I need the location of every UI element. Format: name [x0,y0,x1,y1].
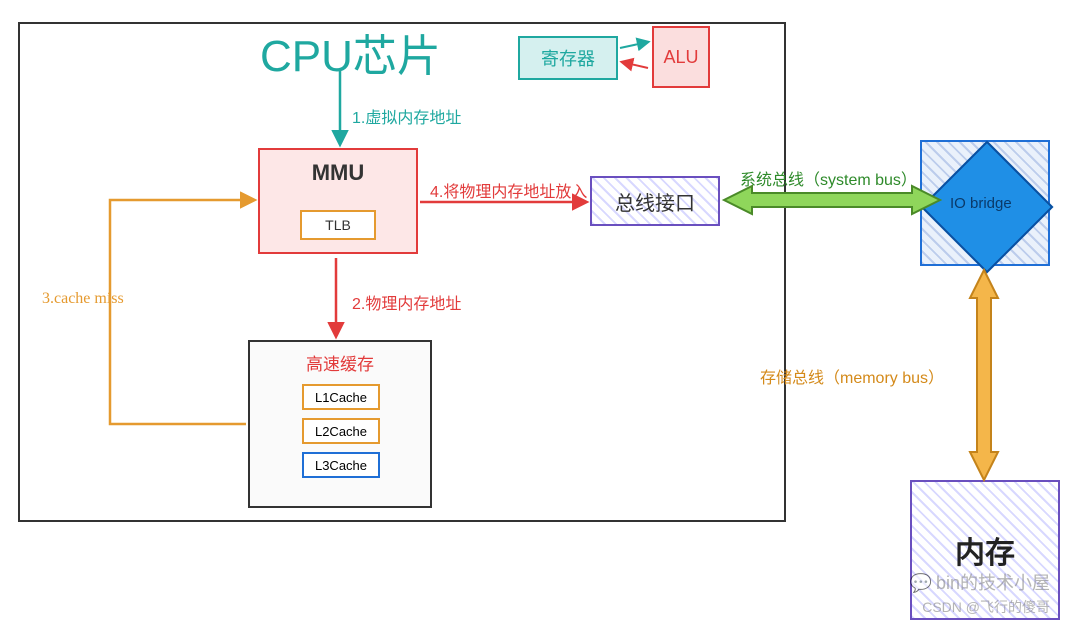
alu-box: ALU [652,26,710,88]
memory-bus-arrow [970,270,998,480]
step2-label: 2.物理内存地址 [352,290,461,314]
watermark2-text: CSDN @飞行的傻哥 [922,599,1050,615]
cpu-title: CPU芯片 [260,20,441,84]
step4-label: 4.将物理内存地址放入 [430,178,587,202]
memory-label: 内存 [955,528,1015,572]
step1-label: 1.虚拟内存地址 [352,104,461,128]
watermark-line1: 💬bin的技术小屋 [910,569,1050,595]
memory-bus-label: 存储总线（memory bus） [760,364,944,388]
register-box: 寄存器 [518,36,618,80]
alu-label: ALU [663,47,698,68]
io-bridge-label: IO bridge [950,195,1012,212]
watermark1-text: bin的技术小屋 [936,573,1050,593]
system-bus-label: 系统总线（system bus） [740,166,917,190]
mmu-label: MMU [312,160,365,186]
watermark-line2: CSDN @飞行的傻哥 [922,597,1050,617]
tlb-box: TLB [300,210,376,240]
step3-label: 3.cache miss [42,290,124,308]
tlb-label: TLB [325,217,351,233]
l2-box: L2Cache [302,418,380,444]
bus-interface-box: 总线接口 [590,176,720,226]
register-label: 寄存器 [541,45,595,71]
cache-title-label: 高速缓存 [306,350,374,375]
l1-box: L1Cache [302,384,380,410]
l1-label: L1Cache [315,390,367,405]
bus-interface-label: 总线接口 [615,187,695,216]
l3-box: L3Cache [302,452,380,478]
l2-label: L2Cache [315,424,367,439]
l3-label: L3Cache [315,458,367,473]
